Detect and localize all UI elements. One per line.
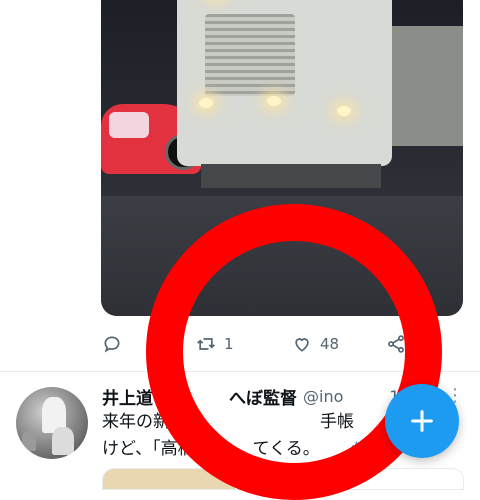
like-count: 48 <box>320 335 340 353</box>
tweet-user-line: 井上道 へぼ監督 @ino 16 <box>102 383 410 409</box>
like-button[interactable]: 48 <box>292 330 339 358</box>
photo-light <box>199 98 213 108</box>
share-button[interactable] <box>386 330 406 358</box>
user-handle[interactable]: @ino <box>303 387 343 406</box>
share-icon <box>388 335 404 353</box>
photo-truck-grille <box>205 14 295 96</box>
reply-icon <box>104 336 120 353</box>
plus-icon <box>411 410 433 432</box>
tweet-text-line2b: てくる。 <box>252 439 320 459</box>
retweet-button[interactable]: 1 <box>196 330 234 358</box>
tweet-divider <box>0 371 480 372</box>
tweet-text-line2a: けど、「高橋 <box>102 439 195 459</box>
avatar[interactable] <box>16 387 88 459</box>
photo-road <box>101 196 463 316</box>
reply-button[interactable] <box>102 330 122 358</box>
tweet-text-line1b: 手帳 <box>320 412 354 432</box>
hashtag-link[interactable]: # <box>350 439 364 459</box>
photo-truck-undercarriage <box>201 164 381 188</box>
display-name[interactable]: 井上道 <box>102 384 153 409</box>
photo-light <box>337 106 351 116</box>
compose-tweet-button[interactable] <box>385 384 459 458</box>
tweet-media-preview[interactable] <box>102 468 464 490</box>
like-icon <box>295 338 309 352</box>
display-name-tail[interactable]: へぼ監督 <box>229 384 297 409</box>
retweet-count: 1 <box>224 335 234 353</box>
retweet-icon <box>197 338 215 350</box>
tweet-photo[interactable] <box>101 0 463 316</box>
tweet-action-bar: 1 48 <box>0 330 480 358</box>
photo-light <box>267 96 281 106</box>
tweet-text-line1a: 来年の新 <box>102 412 170 432</box>
